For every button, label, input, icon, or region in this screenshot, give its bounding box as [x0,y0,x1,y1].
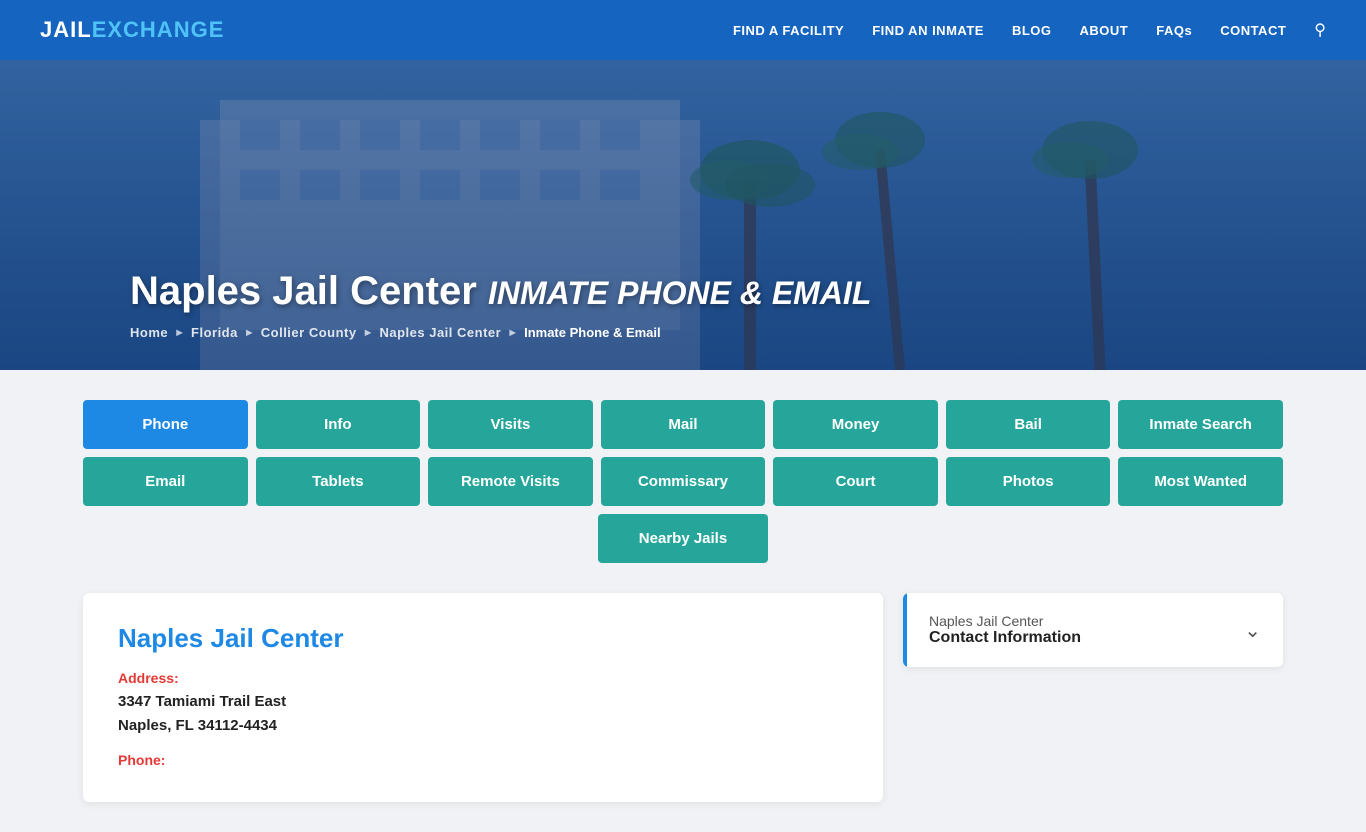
facility-name: Naples Jail Center [118,623,848,654]
breadcrumb-sep-4: ► [507,327,518,339]
nav-find-facility[interactable]: FIND A FACILITY [733,23,844,38]
sidebar-subtitle: Naples Jail Center [929,613,1043,629]
address-line1: 3347 Tamiami Trail East [118,690,848,714]
hero-content: Naples Jail Center INMATE PHONE & EMAIL … [130,269,1366,340]
hero-section: Naples Jail Center INMATE PHONE & EMAIL … [0,60,1366,370]
address-line2: Naples, FL 34112-4434 [118,714,848,738]
btn-tablets[interactable]: Tablets [256,457,421,506]
lower-content: Naples Jail Center Address: 3347 Tamiami… [83,593,1283,802]
breadcrumb-sep-2: ► [244,327,255,339]
site-header: JAILEXCHANGE FIND A FACILITY FIND AN INM… [0,0,1366,60]
hero-title-main: Naples Jail Center [130,269,477,313]
sidebar-header-text: Naples Jail Center Contact Information [929,613,1081,647]
nav-faqs[interactable]: FAQs [1156,23,1192,38]
breadcrumb-home[interactable]: Home [130,325,168,340]
btn-money[interactable]: Money [773,400,938,449]
btn-visits[interactable]: Visits [428,400,593,449]
btn-email[interactable]: Email [83,457,248,506]
btn-mail[interactable]: Mail [601,400,766,449]
logo-exchange: EXCHANGE [92,17,225,43]
breadcrumb-florida[interactable]: Florida [191,325,238,340]
main-nav: FIND A FACILITY FIND AN INMATE BLOG ABOU… [733,20,1326,40]
nav-buttons-row1: Phone Info Visits Mail Money Bail Inmate… [83,400,1283,449]
facility-info-card: Naples Jail Center Address: 3347 Tamiami… [83,593,883,802]
site-logo[interactable]: JAILEXCHANGE [40,17,224,43]
btn-court[interactable]: Court [773,457,938,506]
main-content: Phone Info Visits Mail Money Bail Inmate… [63,370,1303,832]
breadcrumb: Home ► Florida ► Collier County ► Naples… [130,325,1366,340]
btn-commissary[interactable]: Commissary [601,457,766,506]
nav-buttons-row3: Nearby Jails [83,514,1283,563]
breadcrumb-naples-jail[interactable]: Naples Jail Center [379,325,501,340]
facility-address: 3347 Tamiami Trail East Naples, FL 34112… [118,690,848,738]
btn-inmate-search[interactable]: Inmate Search [1118,400,1283,449]
btn-nearby-jails[interactable]: Nearby Jails [598,514,768,563]
nav-contact[interactable]: CONTACT [1220,23,1286,38]
phone-label: Phone: [118,752,848,768]
search-button[interactable]: ⚲ [1314,20,1326,40]
btn-photos[interactable]: Photos [946,457,1111,506]
btn-most-wanted[interactable]: Most Wanted [1118,457,1283,506]
breadcrumb-sep-1: ► [174,327,185,339]
btn-info[interactable]: Info [256,400,421,449]
breadcrumb-collier-county[interactable]: Collier County [261,325,357,340]
contact-info-header[interactable]: Naples Jail Center Contact Information ⌄ [903,593,1283,667]
nav-blog[interactable]: BLOG [1012,23,1052,38]
breadcrumb-sep-3: ► [363,327,374,339]
btn-phone[interactable]: Phone [83,400,248,449]
address-label: Address: [118,670,848,686]
nav-find-inmate[interactable]: FIND AN INMATE [872,23,984,38]
hero-title-italic: INMATE PHONE & EMAIL [488,275,871,311]
nav-buttons-row2: Email Tablets Remote Visits Commissary C… [83,457,1283,506]
chevron-down-icon: ⌄ [1244,618,1261,643]
btn-bail[interactable]: Bail [946,400,1111,449]
page-title: Naples Jail Center INMATE PHONE & EMAIL [130,269,1366,313]
btn-remote-visits[interactable]: Remote Visits [428,457,593,506]
contact-info-sidebar: Naples Jail Center Contact Information ⌄ [903,593,1283,667]
logo-jail: JAIL [40,17,92,43]
nav-about[interactable]: ABOUT [1080,23,1129,38]
breadcrumb-current: Inmate Phone & Email [524,325,661,340]
sidebar-title: Contact Information [929,629,1081,647]
